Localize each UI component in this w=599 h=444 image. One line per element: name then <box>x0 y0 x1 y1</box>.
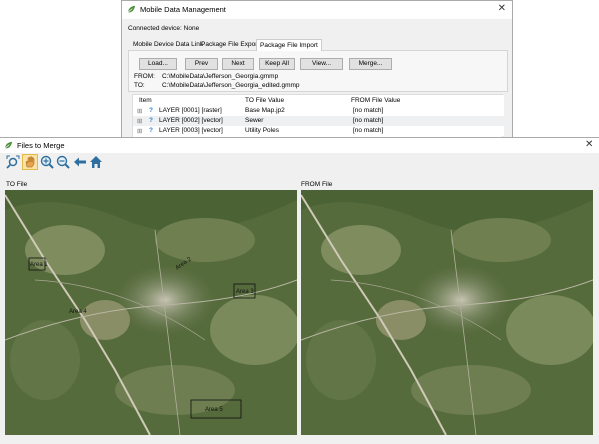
tab-package-file-export[interactable]: Package File Export <box>198 39 262 50</box>
help-question-icon: ? <box>149 127 153 134</box>
mdm-close-button[interactable]: ✕ <box>498 3 506 14</box>
tab-mobile-device-data-link[interactable]: Mobile Device Data Link <box>130 39 206 50</box>
zoom-in-icon[interactable] <box>40 155 54 169</box>
next-button[interactable]: Next <box>222 58 254 70</box>
home-icon[interactable] <box>89 155 103 169</box>
row-to-value: Base Map.jp2 <box>245 107 285 114</box>
row-from-value: [no match] <box>353 117 384 124</box>
from-file-label: FROM File <box>301 181 333 188</box>
ftm-titlebar: Files to Merge ✕ <box>0 138 599 153</box>
ftm-title: Files to Merge <box>17 141 65 150</box>
ftm-close-button[interactable]: ✕ <box>585 139 593 150</box>
zoom-out-icon[interactable] <box>56 155 70 169</box>
to-label: TO: <box>134 82 145 89</box>
from-label: FROM: <box>134 73 155 80</box>
load-button[interactable]: Load... <box>139 58 177 70</box>
package-items-table[interactable]: Item TO File Value FROM File Value ⊞ ? L… <box>132 94 504 141</box>
column-header-to-file-value: TO File Value <box>245 97 285 104</box>
pan-hand-button[interactable] <box>22 154 38 170</box>
expand-icon[interactable]: ⊞ <box>137 127 142 135</box>
prev-button[interactable]: Prev <box>185 58 218 70</box>
app-leaf-icon <box>127 5 136 13</box>
column-header-item: Item <box>139 97 152 104</box>
to-path: C:\MobileData\Jefferson_Georgia_edited.g… <box>162 82 300 89</box>
row-item: LAYER [0003] [vector] <box>159 127 223 134</box>
to-file-label: TO File <box>6 181 28 188</box>
help-question-icon: ? <box>149 107 153 114</box>
row-to-value: Utility Poles <box>245 127 279 134</box>
map-label-area-5: Area 5 <box>205 407 223 413</box>
row-to-value: Sewer <box>245 117 264 124</box>
map-label-area-3: Area 3 <box>236 289 254 295</box>
connected-device-label: Connected device: None <box>128 25 200 32</box>
help-question-icon: ? <box>149 117 153 124</box>
from-path: C:\MobileData\Jefferson_Georgia.gmmp <box>162 73 279 80</box>
zoom-to-extents-icon[interactable] <box>6 155 20 169</box>
keep-all-button[interactable]: Keep All <box>259 58 295 70</box>
back-arrow-icon[interactable] <box>73 155 87 169</box>
expand-icon[interactable]: ⊞ <box>137 107 142 115</box>
to-aerial-imagery: Area 1 Area 2 Area 3 Area 4 Area 5 <box>5 190 297 435</box>
files-to-merge-window: Files to Merge ✕ TO File FROM File Area … <box>0 137 599 444</box>
row-from-value: [no match] <box>353 107 384 114</box>
to-file-map[interactable]: Area 1 Area 2 Area 3 Area 4 Area 5 <box>5 190 297 435</box>
row-item: LAYER [0001] [raster] <box>159 107 222 114</box>
mdm-title: Mobile Data Management <box>140 5 226 14</box>
merge-button[interactable]: Merge... <box>349 58 392 70</box>
row-from-value: [no match] <box>353 127 384 134</box>
column-header-from-file-value: FROM File Value <box>351 97 401 104</box>
row-item: LAYER [0002] [vector] <box>159 117 223 124</box>
mobile-data-management-window: Mobile Data Management ✕ Connected devic… <box>121 0 513 141</box>
view-button[interactable]: View... <box>300 58 343 70</box>
from-file-map[interactable] <box>301 190 593 435</box>
pan-hand-icon <box>25 156 35 168</box>
mdm-titlebar: Mobile Data Management ✕ <box>122 1 512 19</box>
app-leaf-icon <box>4 141 13 149</box>
expand-icon[interactable]: ⊞ <box>137 117 142 125</box>
from-aerial-imagery <box>301 190 593 435</box>
tab-package-file-import[interactable]: Package File Import <box>256 39 322 51</box>
map-label-area-4: Area 4 <box>69 309 87 315</box>
map-label-area-1: Area 1 <box>30 262 48 268</box>
